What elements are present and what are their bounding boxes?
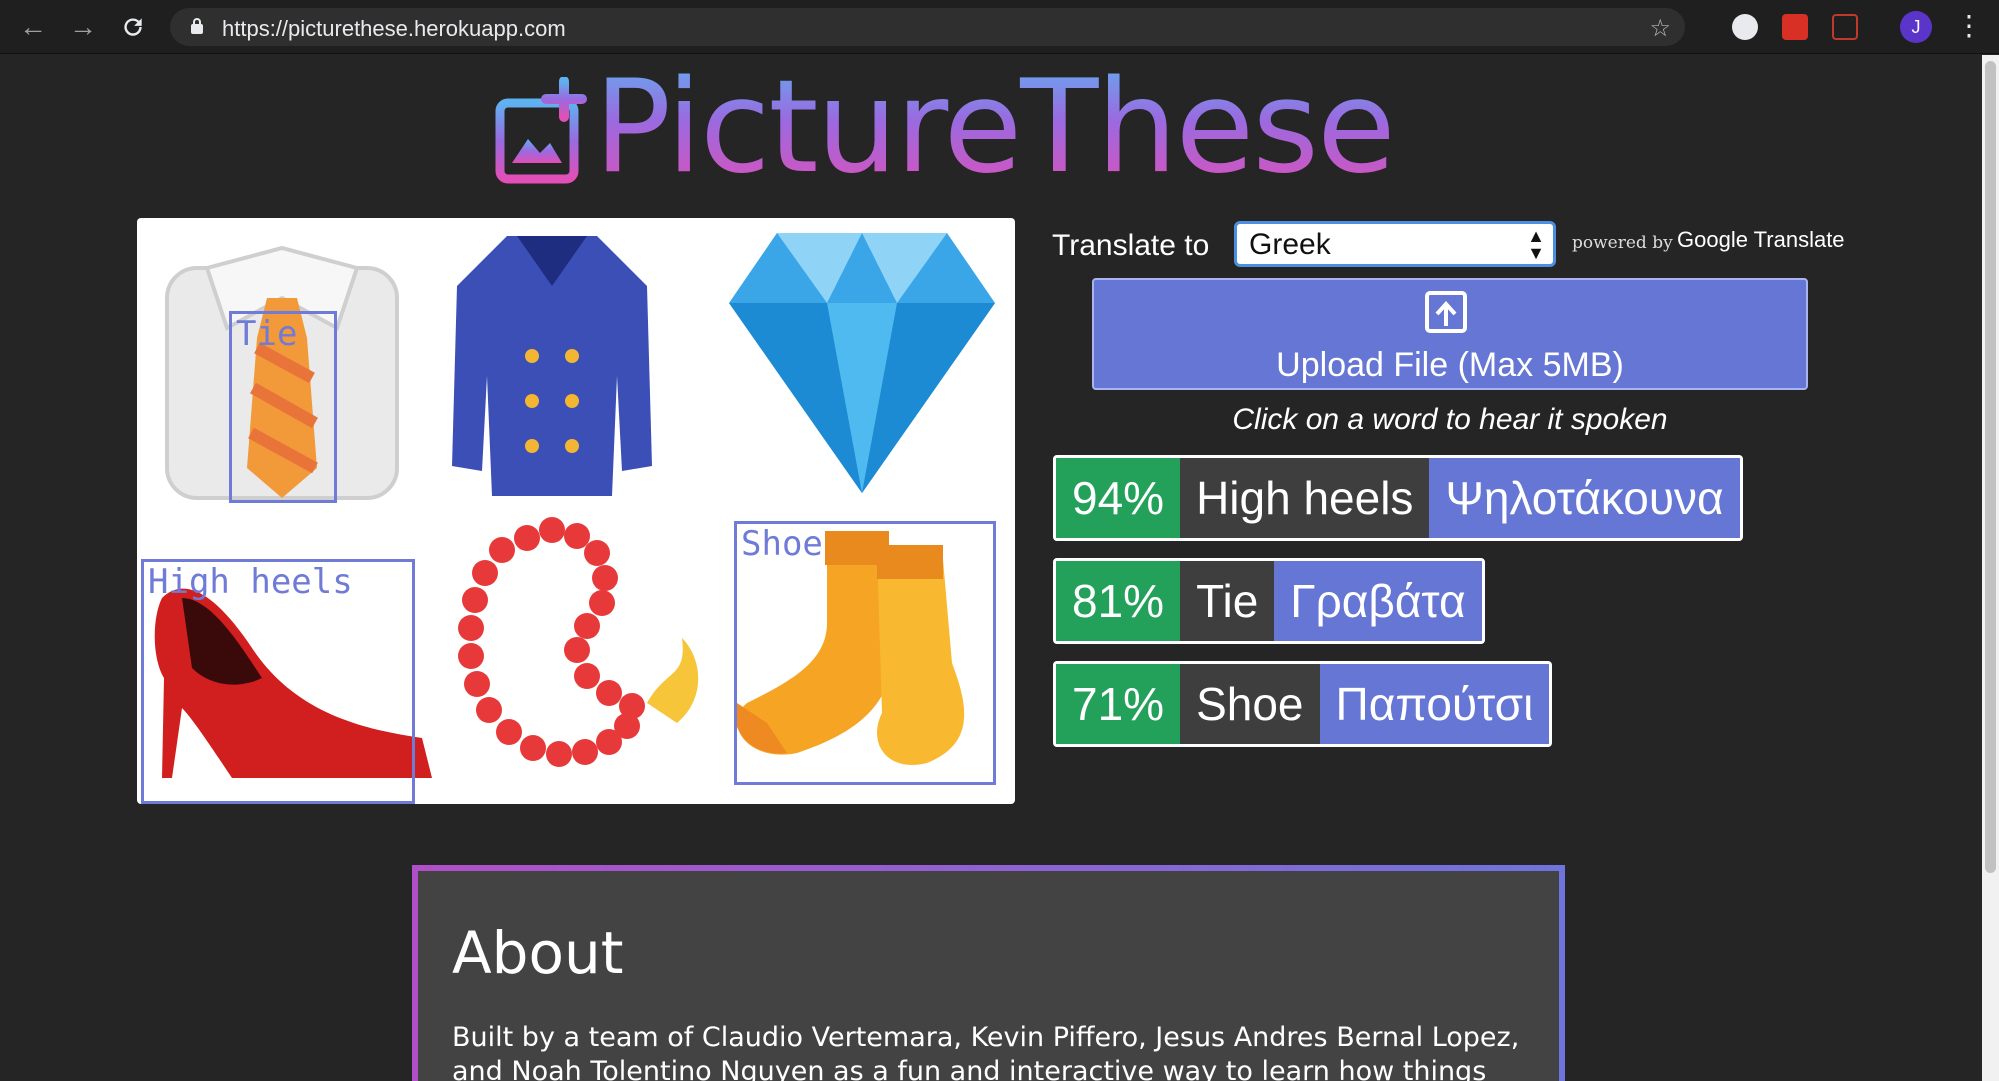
about-title: About [452,919,624,987]
confidence-badge: 71% [1056,664,1181,744]
scrollbar-thumb[interactable] [1985,61,1996,873]
extension-gauge-icon[interactable] [1732,14,1758,40]
gem-emoji [729,233,995,493]
browser-menu-icon[interactable]: ⋮ [1955,8,1983,44]
address-bar[interactable]: https://picturethese.herokuapp.com ☆ [170,8,1685,46]
confidence-badge: 81% [1056,561,1181,641]
browser-toolbar: ← → https://picturethese.herokuapp.com ☆… [0,0,1999,54]
select-arrows-icon: ▲ ▼ [1527,226,1545,263]
url-text: https://picturethese.herokuapp.com [222,16,566,41]
result-row[interactable]: 94% High heels Ψηλοτάκουνα [1053,455,1743,541]
detection-box-high-heels: High heels [141,559,415,804]
detection-label: Shoe [741,524,823,564]
profile-avatar[interactable]: J [1900,11,1932,43]
powered-by-label: powered by [1572,233,1673,253]
language-select[interactable]: Greek ▲ ▼ [1234,221,1556,267]
result-row[interactable]: 71% Shoe Παπούτσι [1053,661,1553,747]
site-logo: PictureThese [494,55,1494,203]
about-section: About Built by a team of Claudio Vertema… [412,865,1565,1081]
detection-box-tie: Tie [229,311,337,503]
page-scrollbar[interactable] [1982,55,1999,1081]
forward-arrow-icon[interactable]: → [66,10,100,44]
translated-word[interactable]: Ψηλοτάκουνα [1429,458,1740,538]
extension-pocket-icon[interactable] [1832,14,1858,40]
upload-file-button[interactable]: Upload File (Max 5MB) [1092,278,1808,390]
translate-to-label: Translate to [1052,229,1210,262]
page-viewport: PictureThese Tie High heels Shoe Transla… [0,55,1982,1081]
upload-file-label: Upload File (Max 5MB) [1276,346,1624,384]
coat-emoji [452,236,652,496]
lock-icon [190,17,204,40]
bookmark-star-icon[interactable]: ☆ [1649,14,1671,43]
detection-label: High heels [148,562,353,602]
translated-word[interactable]: Παπούτσι [1319,664,1550,744]
google-translate-logo[interactable]: Google Translate [1677,227,1845,253]
result-row[interactable]: 81% Tie Γραβάτα [1053,558,1485,644]
about-body: Built by a team of Claudio Vertemara, Ke… [452,1022,1520,1081]
detected-word[interactable]: High heels [1180,458,1430,538]
reload-icon[interactable] [116,10,150,44]
logo-wordmark: PictureThese [594,55,1396,202]
add-photo-icon [495,77,587,184]
upload-icon [1425,291,1467,333]
confidence-badge: 94% [1056,458,1181,538]
translated-word[interactable]: Γραβάτα [1274,561,1482,641]
speak-hint-text: Click on a word to hear it spoken [1232,403,1668,436]
detection-box-shoe: Shoe [734,521,996,785]
back-arrow-icon[interactable]: ← [16,10,50,44]
extension-lastpass-icon[interactable] [1782,14,1808,40]
uploaded-image: Tie High heels Shoe [137,218,1015,804]
detected-word[interactable]: Tie [1180,561,1275,641]
prayer-beads-emoji [458,517,699,767]
language-select-value: Greek [1249,228,1331,261]
detected-word[interactable]: Shoe [1180,664,1320,744]
detection-label: Tie [236,314,298,354]
